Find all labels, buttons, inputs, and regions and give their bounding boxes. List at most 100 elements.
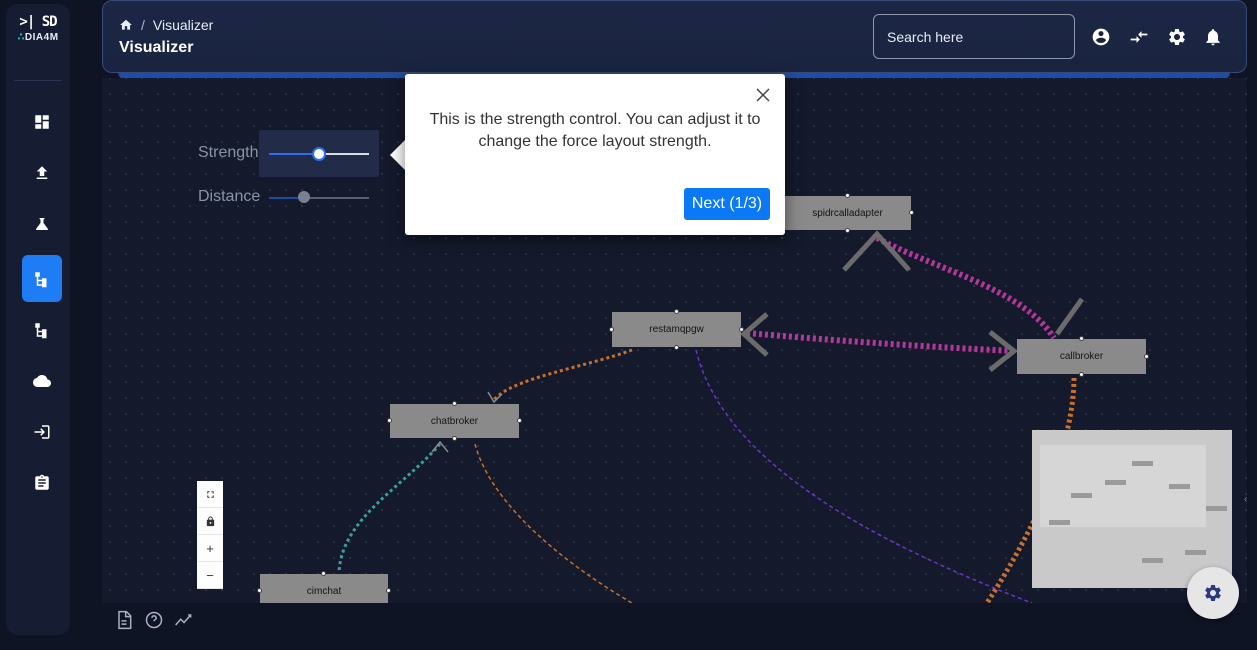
zoom-out-button[interactable]: − xyxy=(197,562,223,589)
node-handle[interactable] xyxy=(845,193,850,198)
popover-arrow xyxy=(390,140,405,170)
node-handle[interactable] xyxy=(321,571,326,576)
sidebar-item-dashboard[interactable] xyxy=(22,98,62,145)
minimap[interactable] xyxy=(1032,430,1232,588)
node-handle[interactable] xyxy=(257,588,262,593)
lock-button[interactable] xyxy=(197,508,223,535)
node-handle[interactable] xyxy=(845,228,850,233)
lock-icon xyxy=(206,515,214,526)
node-handle[interactable] xyxy=(739,327,744,332)
sidebar-item-login[interactable] xyxy=(22,408,62,455)
sidebar-item-clipboard[interactable] xyxy=(22,459,62,506)
node-handle[interactable] xyxy=(387,418,392,423)
strength-control xyxy=(259,130,379,177)
node-handle[interactable] xyxy=(517,418,522,423)
tour-next-button[interactable]: Next (1/3) xyxy=(684,188,770,220)
help-circle-icon xyxy=(145,611,163,629)
popover-message: This is the strength control. You can ad… xyxy=(429,111,761,150)
edge-chatbroker-cimchat xyxy=(337,443,442,573)
edge-restamqpgw-callbroker xyxy=(746,330,1015,354)
fit-view-button[interactable] xyxy=(197,481,223,508)
edge-restamqpgw-down xyxy=(695,349,1033,603)
edge-restamqpgw-chatbroker xyxy=(492,348,633,402)
node-callbroker[interactable]: callbroker xyxy=(1017,336,1149,377)
minimap-node xyxy=(1105,480,1126,485)
panel-collapse-chevron-icon[interactable]: ‹ xyxy=(1244,494,1247,505)
breadcrumb-current[interactable]: Visualizer xyxy=(153,17,213,33)
tree-icon xyxy=(35,271,47,287)
grid-icon xyxy=(35,114,49,129)
clipboard-icon xyxy=(35,474,49,490)
sidebar-item-visualizer[interactable] xyxy=(22,255,62,302)
zoom-controls: + − xyxy=(197,481,223,589)
flask-icon xyxy=(36,217,48,230)
document-button[interactable] xyxy=(113,609,135,631)
strength-slider-thumb[interactable] xyxy=(312,147,326,161)
tree-icon xyxy=(35,322,47,338)
settings-button[interactable] xyxy=(1167,27,1187,47)
brand-name: DIA4M xyxy=(24,32,59,43)
zoom-in-button[interactable]: + xyxy=(197,535,223,562)
page-title: Visualizer xyxy=(119,39,194,56)
node-spidrcalladapter[interactable]: spidrcalladapter xyxy=(784,193,914,233)
search-input[interactable] xyxy=(873,14,1075,59)
breadcrumb: / Visualizer xyxy=(119,17,213,33)
distance-slider-thumb[interactable] xyxy=(298,191,310,203)
sidebar-item-cloud[interactable] xyxy=(22,357,62,404)
node-label: cimchat xyxy=(306,585,342,597)
node-handle[interactable] xyxy=(674,345,679,350)
account-circle-icon xyxy=(1092,28,1110,46)
sidebar-item-upload[interactable] xyxy=(22,149,62,196)
node-handle[interactable] xyxy=(609,327,614,332)
login-icon xyxy=(34,424,50,439)
node-label: spidrcalladapter xyxy=(812,207,883,219)
minimap-node xyxy=(1185,550,1206,555)
minimap-node xyxy=(1142,558,1163,563)
upload-icon xyxy=(36,165,48,179)
node-handle[interactable] xyxy=(1144,354,1149,359)
node-chatbroker[interactable]: chatbroker xyxy=(387,401,522,441)
minimap-node xyxy=(1071,493,1092,498)
compare-button[interactable] xyxy=(1129,27,1149,47)
popover-close-button[interactable] xyxy=(755,87,771,103)
sidebar-item-hierarchy[interactable] xyxy=(22,306,62,353)
node-handle[interactable] xyxy=(1079,336,1084,341)
tour-popover: This is the strength control. You can ad… xyxy=(405,74,785,235)
node-handle[interactable] xyxy=(386,588,391,593)
node-label: restamqpgw xyxy=(649,324,704,335)
sidebar-divider xyxy=(14,80,62,81)
node-handle[interactable] xyxy=(1079,372,1084,377)
edge-chatbroker-down xyxy=(474,443,633,603)
node-handle[interactable] xyxy=(674,309,679,314)
minimap-node xyxy=(1206,506,1227,511)
line-chart-icon xyxy=(175,614,192,626)
minimap-node xyxy=(1169,484,1190,489)
sidebar-item-lab[interactable] xyxy=(22,200,62,247)
node-handle[interactable] xyxy=(452,436,457,441)
analytics-button[interactable] xyxy=(173,609,195,631)
account-button[interactable] xyxy=(1091,27,1111,47)
strength-label: Strength xyxy=(198,144,259,161)
cloud-icon xyxy=(33,374,51,387)
bell-icon xyxy=(1206,29,1220,46)
fullscreen-icon xyxy=(206,490,214,498)
logo-lead: ∴ xyxy=(17,32,25,43)
home-icon[interactable] xyxy=(119,18,133,32)
graph-settings-button[interactable] xyxy=(1187,567,1239,619)
node-handle[interactable] xyxy=(909,210,914,215)
gear-icon xyxy=(1169,29,1185,45)
edge-arrow-callbroker-top xyxy=(1054,297,1085,336)
node-label: callbroker xyxy=(1059,351,1104,362)
help-button[interactable] xyxy=(143,609,165,631)
top-header: / Visualizer Visualizer xyxy=(102,0,1247,73)
compare-arrows-icon xyxy=(1130,31,1148,43)
notifications-button[interactable] xyxy=(1203,27,1223,47)
node-restamqpgw[interactable]: restamqpgw xyxy=(609,309,744,350)
node-label: chatbroker xyxy=(430,415,479,427)
distance-label: Distance xyxy=(198,188,261,205)
minimap-node xyxy=(1132,461,1153,466)
app-logo[interactable]: >| SD ∴DIA4M xyxy=(6,14,70,43)
node-handle[interactable] xyxy=(452,401,457,406)
node-cimchat[interactable]: cimchat xyxy=(257,571,391,603)
sidebar: >| SD ∴DIA4M xyxy=(6,4,70,635)
